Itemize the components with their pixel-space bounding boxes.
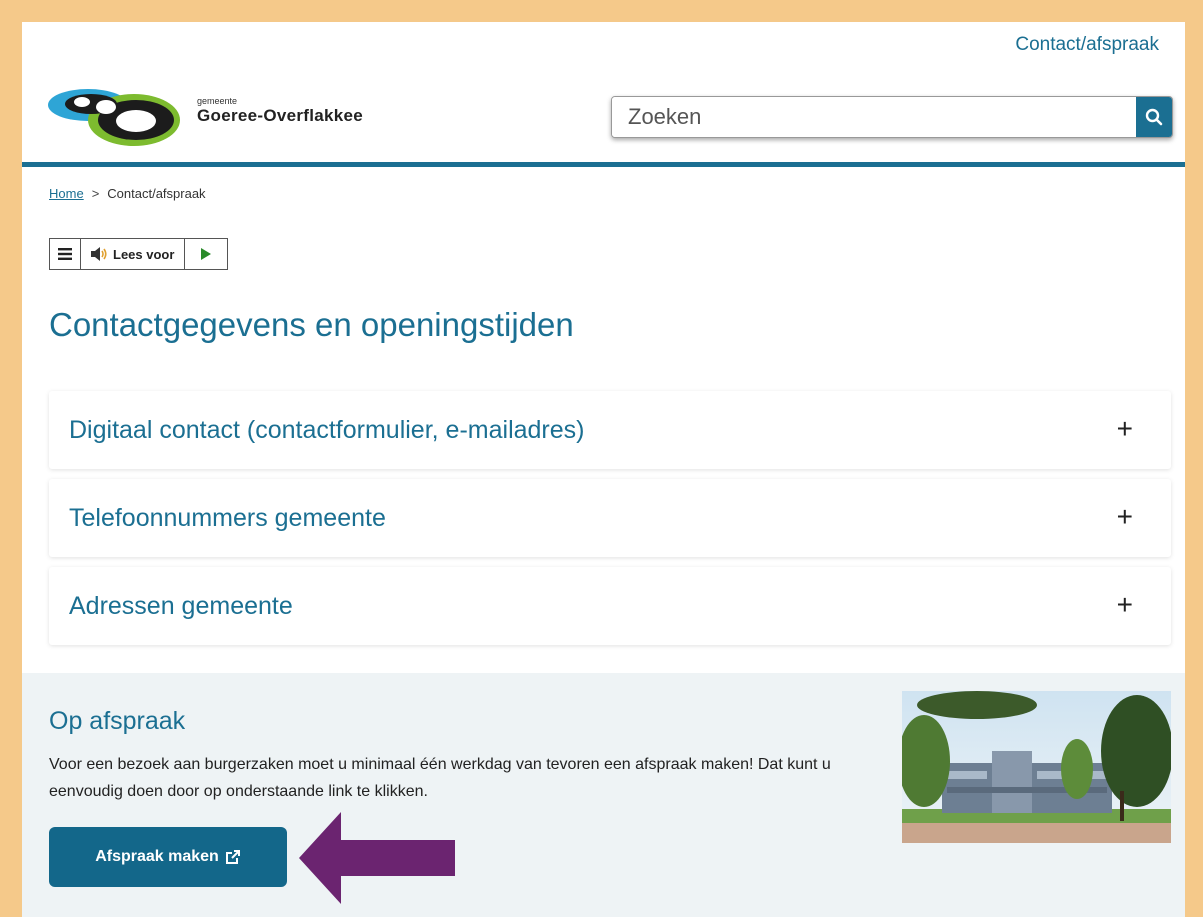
make-appointment-label: Afspraak maken (95, 848, 219, 865)
appointment-title: Op afspraak (49, 707, 186, 735)
accordion-item-phone-numbers[interactable]: Telefoonnummers gemeente + (49, 479, 1171, 557)
breadcrumb-current: Contact/afspraak (107, 186, 206, 201)
accordion-title: Telefoonnummers gemeente (69, 503, 386, 532)
readspeaker-label: Lees voor (113, 246, 175, 262)
municipality-logo[interactable] (46, 80, 186, 150)
plus-icon: + (1116, 413, 1133, 444)
readspeaker-play-button[interactable] (185, 239, 227, 269)
search-button[interactable] (1136, 97, 1172, 137)
breadcrumb: Home > Contact/afspraak (49, 186, 206, 201)
header-divider (22, 162, 1185, 167)
search-input[interactable] (612, 97, 1136, 137)
accordion-title: Digitaal contact (contactformulier, e-ma… (69, 415, 585, 444)
search-icon (1145, 108, 1163, 126)
town-hall-photo (902, 691, 1171, 843)
readspeaker-toolbar: Lees voor (49, 238, 229, 270)
contact-accordion: Digitaal contact (contactformulier, e-ma… (49, 391, 1171, 655)
speaker-icon (91, 247, 107, 261)
search-box (611, 96, 1173, 138)
menu-icon (58, 248, 72, 260)
logo-text: gemeente Goeree-Overflakkee (197, 96, 363, 126)
breadcrumb-separator: > (91, 186, 100, 201)
external-link-icon (225, 850, 240, 864)
readspeaker-menu-button[interactable] (50, 239, 81, 269)
play-icon (201, 248, 212, 260)
logo-title: Goeree-Overflakkee (197, 106, 364, 125)
page-title: Contactgegevens en openingstijden (49, 306, 574, 343)
page: Contact/afspraak gemeente Goeree-Overfla… (22, 22, 1185, 917)
arrow-left-icon (299, 812, 455, 904)
accordion-item-addresses[interactable]: Adressen gemeente + (49, 567, 1171, 645)
accordion-item-digital-contact[interactable]: Digitaal contact (contactformulier, e-ma… (49, 391, 1171, 469)
plus-icon: + (1116, 589, 1133, 620)
logo-subtitle: gemeente (197, 96, 238, 106)
plus-icon: + (1116, 501, 1133, 532)
appointment-text: Voor een bezoek aan burgerzaken moet u m… (49, 756, 831, 800)
make-appointment-button[interactable]: Afspraak maken (49, 827, 287, 887)
readspeaker-read-button[interactable]: Lees voor (81, 239, 186, 269)
breadcrumb-home-link[interactable]: Home (49, 186, 84, 201)
top-contact-link[interactable]: Contact/afspraak (1015, 34, 1159, 56)
appointment-section: Op afspraak Voor een bezoek aan burgerza… (22, 673, 1185, 917)
accordion-title: Adressen gemeente (69, 591, 293, 620)
